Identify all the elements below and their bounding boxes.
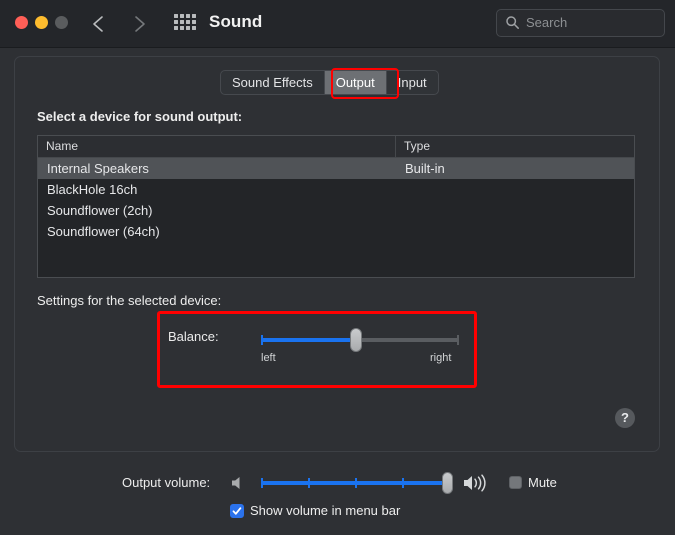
table-row[interactable]: Soundflower (2ch) <box>38 200 634 221</box>
show-all-grid-icon[interactable] <box>174 14 196 32</box>
output-device-table[interactable]: Name Type Internal Speakers Built-in Bla… <box>37 135 635 278</box>
speaker-low-icon <box>229 474 247 492</box>
zoom-window-button[interactable] <box>55 16 68 29</box>
table-row[interactable]: Internal Speakers Built-in <box>38 158 634 179</box>
speaker-loud-icon <box>462 472 492 494</box>
table-row[interactable]: BlackHole 16ch <box>38 179 634 200</box>
balance-slider-left-cap <box>261 335 263 345</box>
balance-slider[interactable] <box>261 333 459 347</box>
table-row[interactable]: Soundflower (64ch) <box>38 221 634 242</box>
balance-right-label: right <box>430 352 451 364</box>
forward-chevron-icon[interactable] <box>128 12 150 36</box>
volume-tick <box>261 478 263 488</box>
mute-checkbox[interactable] <box>509 476 522 489</box>
device-name: Soundflower (64ch) <box>38 224 396 239</box>
balance-label: Balance: <box>168 329 219 344</box>
balance-slider-right-cap <box>457 335 459 345</box>
tab-input[interactable]: Input <box>387 71 438 94</box>
balance-slider-thumb[interactable] <box>350 328 362 352</box>
balance-slider-fill <box>261 338 358 342</box>
select-device-label: Select a device for sound output: <box>37 109 242 124</box>
minimize-window-button[interactable] <box>35 16 48 29</box>
output-volume-slider[interactable] <box>261 476 453 490</box>
help-button[interactable]: ? <box>615 408 635 428</box>
volume-tick <box>355 478 357 488</box>
device-name: Internal Speakers <box>38 161 396 176</box>
mute-label: Mute <box>528 475 557 490</box>
table-header-row: Name Type <box>38 136 634 158</box>
page-title: Sound <box>209 12 262 32</box>
volume-tick <box>402 478 404 488</box>
tab-output[interactable]: Output <box>325 71 387 94</box>
annotation-box-balance <box>157 311 477 388</box>
device-type: Built-in <box>396 161 634 176</box>
column-header-name: Name <box>38 136 396 157</box>
search-icon <box>505 15 520 30</box>
search-field[interactable] <box>496 9 665 37</box>
tab-sound-effects[interactable]: Sound Effects <box>221 71 325 94</box>
search-input[interactable] <box>526 10 656 36</box>
output-volume-label: Output volume: <box>122 475 210 490</box>
sound-preferences-window: Sound Sound Effects Output Input Select … <box>0 0 675 535</box>
volume-slider-thumb[interactable] <box>442 472 453 494</box>
show-volume-in-menu-bar-checkbox[interactable] <box>230 504 244 518</box>
column-header-type: Type <box>396 136 634 157</box>
device-name: Soundflower (2ch) <box>38 203 396 218</box>
volume-tick <box>308 478 310 488</box>
balance-left-label: left <box>261 352 276 364</box>
device-name: BlackHole 16ch <box>38 182 396 197</box>
settings-for-device-label: Settings for the selected device: <box>37 293 221 308</box>
close-window-button[interactable] <box>15 16 28 29</box>
tab-bar: Sound Effects Output Input <box>220 70 439 95</box>
show-volume-in-menu-bar-label: Show volume in menu bar <box>250 503 400 518</box>
window-titlebar: Sound <box>0 0 675 48</box>
volume-slider-track <box>261 481 453 485</box>
back-chevron-icon[interactable] <box>88 12 110 36</box>
